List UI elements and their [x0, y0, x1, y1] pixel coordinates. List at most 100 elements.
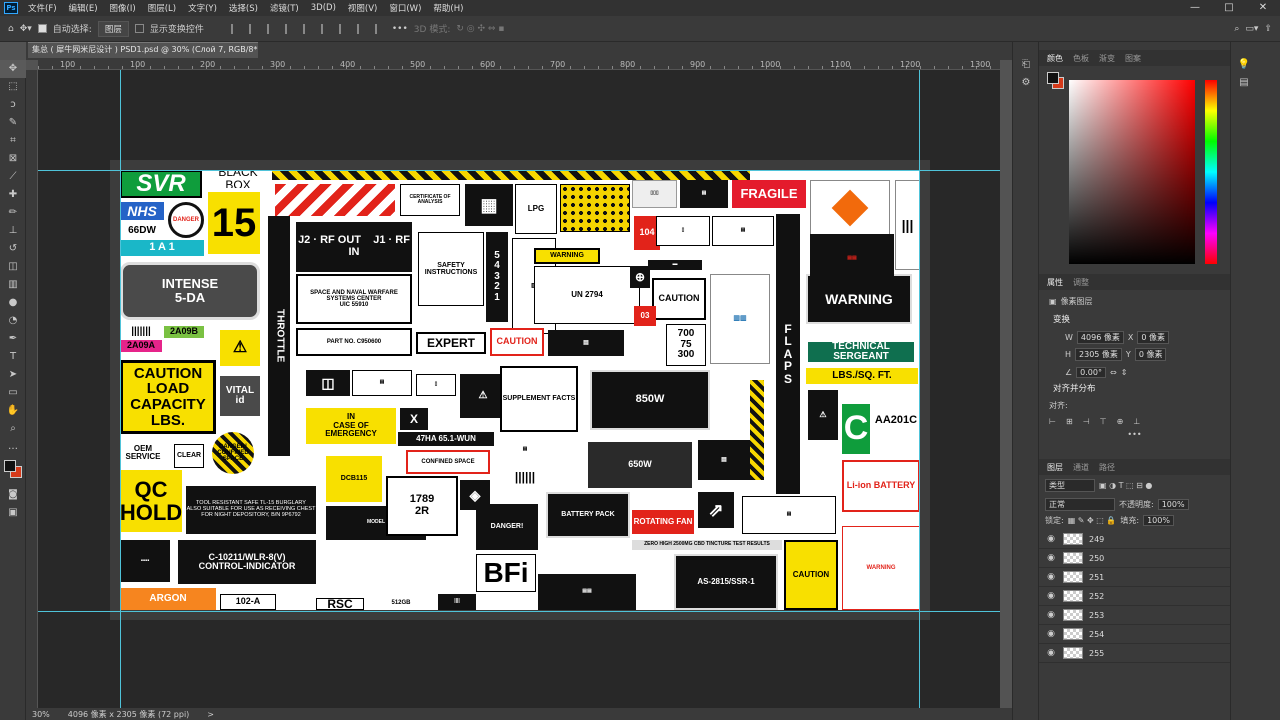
align-center-icon[interactable]	[248, 23, 259, 34]
eye-icon[interactable]: ◉	[1045, 648, 1057, 658]
tab-gradients[interactable]: 渐变	[1095, 53, 1119, 64]
align-top-icon[interactable]	[284, 23, 295, 34]
height-field[interactable]: 2305 像素	[1075, 348, 1122, 361]
color-field[interactable]	[1069, 80, 1195, 264]
guide-vertical-left[interactable]	[120, 70, 121, 708]
flip-vertical-icon[interactable]: ⇕	[1121, 368, 1128, 377]
frame-tool-icon[interactable]: ⊠	[0, 150, 26, 168]
artboard-tool-icon[interactable]: ⬚	[0, 78, 26, 96]
menu-3d[interactable]: 3D(D)	[305, 3, 342, 13]
minimize-button[interactable]: —	[1178, 0, 1212, 16]
align-middle-icon[interactable]	[302, 23, 313, 34]
history-panel-icon[interactable]: ⎗	[1013, 56, 1039, 74]
guide-horizontal-bottom[interactable]	[38, 611, 1000, 612]
layer-row[interactable]: ◉ 255	[1039, 644, 1230, 663]
history-brush-icon[interactable]: ↺	[0, 240, 26, 258]
move-tool-icon[interactable]: ✥	[0, 60, 26, 78]
tab-layers[interactable]: 图层	[1043, 462, 1067, 473]
y-field[interactable]: 0 像素	[1134, 348, 1167, 361]
eye-icon[interactable]: ◉	[1045, 553, 1057, 563]
quick-mask-icon[interactable]: ◙	[0, 486, 26, 504]
panel-align-left-icon[interactable]: ⊢	[1049, 417, 1056, 426]
more-tools-icon[interactable]: …	[0, 438, 26, 456]
menu-window[interactable]: 窗口(W)	[383, 2, 427, 14]
layer-row[interactable]: ◉ 252	[1039, 587, 1230, 606]
document-canvas[interactable]: SVR BLACK BOX CERTIFICATE OF ANALYSIS ▦ …	[120, 170, 920, 610]
quick-select-tool-icon[interactable]: ✎	[0, 114, 26, 132]
show-transform-checkbox[interactable]	[134, 24, 144, 33]
hand-tool-icon[interactable]: ✋	[0, 402, 26, 420]
layer-row[interactable]: ◉ 254	[1039, 625, 1230, 644]
align-left-icon[interactable]	[230, 23, 241, 34]
menu-image[interactable]: 图像(I)	[104, 2, 142, 14]
tab-adjustments[interactable]: 调整	[1069, 277, 1093, 288]
blur-tool-icon[interactable]: ●	[0, 294, 26, 312]
auto-select-dropdown[interactable]: 图层	[97, 20, 129, 37]
eye-icon[interactable]: ◉	[1045, 610, 1057, 620]
eye-icon[interactable]: ◉	[1045, 629, 1057, 639]
rectangle-tool-icon[interactable]: ▭	[0, 384, 26, 402]
layer-row[interactable]: ◉ 249	[1039, 530, 1230, 549]
menu-help[interactable]: 帮助(H)	[427, 2, 469, 14]
align-header[interactable]: 对齐并分布	[1039, 382, 1230, 396]
crop-tool-icon[interactable]: ⌗	[0, 132, 26, 150]
tab-color[interactable]: 颜色	[1043, 53, 1067, 64]
eraser-tool-icon[interactable]: ◫	[0, 258, 26, 276]
more-options[interactable]: •••	[392, 24, 408, 34]
panel-foreground-swatch[interactable]	[1047, 72, 1059, 84]
menu-view[interactable]: 视图(V)	[342, 2, 383, 14]
eye-icon[interactable]: ◉	[1045, 534, 1057, 544]
zoom-tool-icon[interactable]: ⌕	[0, 420, 26, 438]
distribute-2-icon[interactable]	[356, 23, 367, 34]
learn-icon[interactable]: 💡	[1231, 56, 1257, 74]
menu-edit[interactable]: 编辑(E)	[63, 2, 104, 14]
panel-align-middle-icon[interactable]: ⊕	[1117, 417, 1124, 426]
type-tool-icon[interactable]: T	[0, 348, 26, 366]
align-bottom-icon[interactable]	[320, 23, 331, 34]
move-tool-icon[interactable]: ✥▾	[20, 24, 32, 34]
foreground-color[interactable]	[4, 460, 16, 472]
canvas-area[interactable]: SVR BLACK BOX CERTIFICATE OF ANALYSIS ▦ …	[38, 70, 1000, 708]
hue-slider[interactable]	[1205, 80, 1217, 264]
screen-mode-icon[interactable]: ▣	[0, 504, 26, 522]
properties-panel-icon[interactable]: ⚙	[1013, 74, 1039, 92]
filter-icons[interactable]: ▣ ◑ T ⬚ ⊟ ●	[1099, 481, 1152, 490]
panel-align-top-icon[interactable]: ⊤	[1100, 417, 1107, 426]
document-info[interactable]: 4096 像素 x 2305 像素 (72 ppi)	[68, 709, 190, 720]
more-button[interactable]: •••	[1127, 430, 1141, 439]
workspace-icon[interactable]: ▭▾	[1245, 24, 1258, 34]
tab-patterns[interactable]: 图案	[1121, 53, 1145, 64]
dodge-tool-icon[interactable]: ◔	[0, 312, 26, 330]
panel-align-center-icon[interactable]: ⊞	[1066, 417, 1073, 426]
fill-field[interactable]: 100%	[1143, 515, 1174, 526]
layer-filter-kind[interactable]: 类型	[1045, 479, 1095, 492]
stamp-tool-icon[interactable]: ⊥	[0, 222, 26, 240]
zoom-level[interactable]: 30%	[32, 710, 50, 719]
close-button[interactable]: ✕	[1246, 0, 1280, 16]
lock-icons[interactable]: ▦ ✎ ✥ ⬚ 🔒	[1068, 516, 1117, 525]
layer-row[interactable]: ◉ 250	[1039, 549, 1230, 568]
align-right-icon[interactable]	[266, 23, 277, 34]
eye-icon[interactable]: ◉	[1045, 591, 1057, 601]
healing-tool-icon[interactable]: ✚	[0, 186, 26, 204]
tab-channels[interactable]: 通道	[1069, 462, 1093, 473]
lasso-tool-icon[interactable]: ↄ	[0, 96, 26, 114]
menu-select[interactable]: 选择(S)	[223, 2, 264, 14]
home-icon[interactable]: ⌂	[8, 24, 14, 34]
menu-type[interactable]: 文字(Y)	[182, 2, 223, 14]
path-select-icon[interactable]: ➤	[0, 366, 26, 384]
eye-icon[interactable]: ◉	[1045, 572, 1057, 582]
flip-horizontal-icon[interactable]: ⇔	[1110, 368, 1117, 377]
tab-paths[interactable]: 路径	[1095, 462, 1119, 473]
guide-vertical-right[interactable]	[919, 70, 920, 708]
status-arrow-icon[interactable]: >	[207, 710, 214, 719]
layer-row[interactable]: ◉ 251	[1039, 568, 1230, 587]
tab-swatches[interactable]: 色板	[1069, 53, 1093, 64]
panel-align-right-icon[interactable]: ⊣	[1083, 417, 1090, 426]
gradient-tool-icon[interactable]: ▥	[0, 276, 26, 294]
3d-orbit-icon[interactable]: ↻ ◎ ✣ ⇔ ▪	[456, 24, 504, 34]
menu-layer[interactable]: 图层(L)	[142, 2, 182, 14]
auto-select-checkbox[interactable]	[37, 24, 47, 33]
distribute-3-icon[interactable]	[374, 23, 385, 34]
distribute-icon[interactable]	[338, 23, 349, 34]
